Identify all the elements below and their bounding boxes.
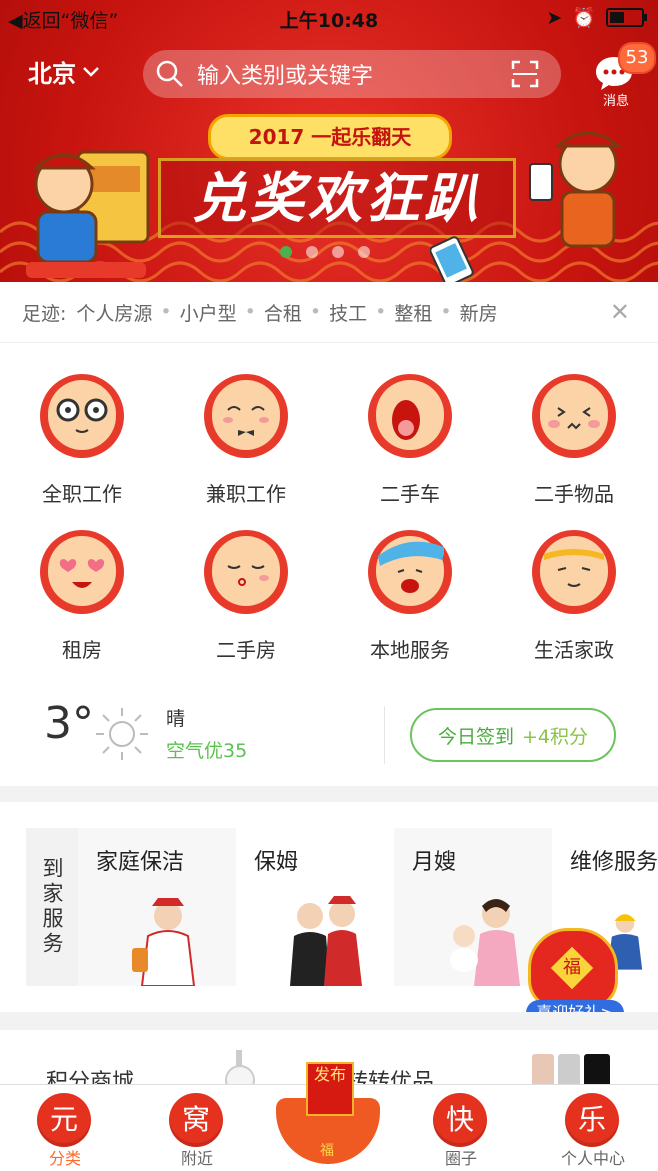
category-used-goods[interactable]: 二手物品 — [492, 342, 656, 506]
publish-label: 发布 — [306, 1062, 354, 1116]
footprint-item[interactable]: 合租 — [264, 299, 302, 326]
location-icon: ➤ — [546, 6, 563, 29]
service-nanny[interactable]: 保姆 — [236, 828, 394, 986]
publish-button[interactable]: 发布 福 — [272, 1062, 384, 1166]
dot-separator: • — [160, 301, 172, 323]
mascot-headband-icon — [532, 530, 616, 614]
service-name: 家庭保洁 — [96, 850, 185, 875]
search-placeholder: 输入类别或关键字 — [197, 64, 374, 89]
footprint-item[interactable]: 技工 — [329, 299, 367, 326]
home-services-section: 到家服务 家庭保洁 保姆 月嫂 维修服务 福 — [0, 802, 658, 1026]
yuan-icon: 元 — [37, 1093, 91, 1147]
mascot-bowtie-icon — [204, 374, 288, 458]
signin-label: 今日签到 — [437, 725, 514, 748]
mascot-heart-eyes-icon — [40, 530, 124, 614]
chevron-down-icon — [83, 66, 99, 77]
mascot-glasses-icon — [40, 374, 124, 458]
message-count-badge: 53 — [618, 42, 656, 74]
promo-banner[interactable]: ◀返回“微信” 上午10:48 ➤ ⏰ 北京 输入类别或关键字 53 消息 20… — [0, 0, 658, 282]
category-fulltime-job[interactable]: 全职工作 — [0, 342, 164, 506]
dot-separator: • — [440, 301, 452, 323]
publish-badge: 福 — [320, 1143, 334, 1159]
carousel-dots — [280, 246, 370, 258]
section-gap — [0, 1012, 658, 1030]
footprint-label: 足迹: — [22, 302, 67, 325]
search-icon — [156, 60, 183, 87]
category-second-hand-house[interactable]: 二手房 — [164, 498, 328, 662]
daily-signin-button[interactable]: 今日签到 +4积分 — [410, 708, 616, 762]
nest-icon: 窝 — [169, 1093, 223, 1147]
scan-icon[interactable] — [511, 60, 539, 88]
air-quality: 空气优35 — [166, 740, 248, 762]
category-housekeeping[interactable]: 生活家政 — [492, 498, 656, 662]
close-icon[interactable]: ✕ — [610, 298, 630, 326]
carousel-dot[interactable] — [306, 246, 318, 258]
city-selector[interactable]: 北京 — [28, 54, 100, 89]
joy-icon: 乐 — [565, 1093, 619, 1147]
tab-label: 个人中心 — [560, 1149, 625, 1168]
section-gap — [0, 786, 658, 802]
status-bar: ◀返回“微信” 上午10:48 ➤ ⏰ — [0, 0, 658, 36]
mascot-shouting-icon — [368, 374, 452, 458]
signin-points: +4积分 — [522, 725, 589, 748]
category-grid: 全职工作 兼职工作 二手车 二手物品 租房 二手房 本地服务 生活家政 — [0, 342, 658, 682]
footprint-item[interactable]: 整租 — [394, 299, 432, 326]
city-label: 北京 — [28, 60, 76, 88]
service-name: 月嫂 — [412, 850, 457, 875]
tab-circle[interactable]: 快 圈子 — [396, 1085, 526, 1171]
quick-icon: 快 — [433, 1093, 487, 1147]
mascot-hat-icon — [368, 530, 452, 614]
phone-illustration — [430, 236, 474, 282]
category-label: 生活家政 — [534, 638, 614, 662]
carousel-dot[interactable] — [332, 246, 344, 258]
category-used-car[interactable]: 二手车 — [328, 342, 492, 506]
footprint-item[interactable]: 小户型 — [180, 299, 237, 326]
service-home-cleaning[interactable]: 家庭保洁 — [78, 828, 236, 986]
footprint-item[interactable]: 新房 — [460, 299, 498, 326]
footprint-bar: 足迹: 个人房源 • 小户型 • 合租 • 技工 • 整租 • 新房 ✕ — [0, 282, 658, 343]
messages-button[interactable]: 53 消息 — [592, 42, 656, 110]
weather-row: 3° 晴 空气优35 今日签到 +4积分 — [0, 682, 658, 786]
carousel-dot[interactable] — [280, 246, 292, 258]
dot-separator: • — [309, 301, 322, 323]
cleaner-person-illustration — [132, 898, 196, 986]
mother-baby-illustration — [450, 899, 520, 986]
dot-separator: • — [375, 301, 387, 323]
nanny-people-illustration — [290, 896, 362, 986]
divider — [384, 706, 385, 764]
banner-subtitle: 2017 一起乐翻天 — [208, 114, 452, 160]
footprint-item[interactable]: 个人房源 — [76, 299, 152, 326]
alarm-icon: ⏰ — [572, 7, 596, 29]
tab-label: 附近 — [180, 1149, 213, 1168]
tab-profile[interactable]: 乐 个人中心 — [528, 1085, 658, 1171]
tab-nearby[interactable]: 窝 附近 — [132, 1085, 262, 1171]
battery-icon — [606, 8, 647, 27]
service-name: 保姆 — [254, 850, 299, 875]
category-rent[interactable]: 租房 — [0, 498, 164, 662]
mascot-right-illustration — [529, 131, 623, 248]
messages-label: 消息 — [602, 94, 629, 109]
tab-label: 分类 — [48, 1149, 81, 1168]
mascot-kiss-icon — [204, 530, 288, 614]
service-name: 维修服务 — [570, 850, 658, 875]
category-label: 二手房 — [216, 638, 276, 662]
sun-icon — [96, 708, 148, 760]
banner-title: 兑奖欢狂趴 — [158, 158, 516, 238]
carousel-dot[interactable] — [358, 246, 370, 258]
dot-separator: • — [244, 301, 256, 323]
status-indicators: ➤ ⏰ — [546, 6, 647, 29]
category-label: 租房 — [62, 638, 102, 662]
category-label: 本地服务 — [370, 638, 450, 662]
tab-category[interactable]: 元 分类 — [0, 1085, 130, 1171]
search-bar[interactable]: 输入类别或关键字 — [143, 50, 561, 98]
mascot-left-illustration — [26, 150, 150, 278]
weather-condition: 晴 — [166, 708, 186, 730]
mascot-blush-icon — [532, 374, 616, 458]
tab-label: 圈子 — [444, 1149, 477, 1168]
gift-bag-icon: 福 — [528, 928, 618, 1010]
temperature: 3° — [44, 698, 94, 749]
category-local-service[interactable]: 本地服务 — [328, 498, 492, 662]
category-parttime-job[interactable]: 兼职工作 — [164, 342, 328, 506]
home-services-label: 到家服务 — [26, 828, 78, 986]
